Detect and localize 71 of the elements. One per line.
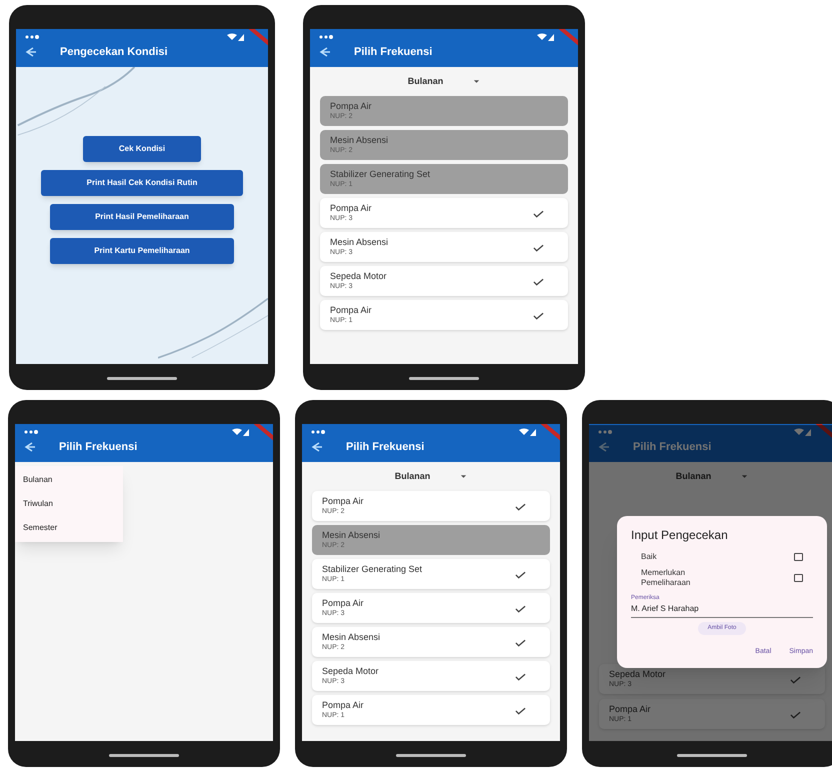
signal-icon bbox=[226, 33, 246, 41]
status-icons-icon bbox=[597, 428, 613, 436]
frequency-dropdown[interactable]: Bulanan bbox=[404, 74, 484, 88]
item-name: Sepeda Motor bbox=[330, 270, 387, 282]
menu-button[interactable]: Print Kartu Pemeliharaan bbox=[50, 238, 234, 264]
item-name: Pompa Air bbox=[330, 100, 372, 112]
check-icon bbox=[533, 276, 544, 286]
item-name: Pompa Air bbox=[609, 703, 651, 715]
checkbox[interactable] bbox=[794, 553, 803, 561]
dropdown-option[interactable]: Semester bbox=[15, 516, 123, 540]
check-icon bbox=[515, 570, 526, 578]
back-arrow-icon bbox=[318, 46, 330, 58]
home-indicator bbox=[409, 377, 479, 380]
check-icon bbox=[515, 638, 526, 646]
back-arrow-icon bbox=[310, 441, 322, 454]
status-icons-icon bbox=[24, 33, 40, 41]
status-icons-icon bbox=[23, 428, 39, 436]
dropdown-option[interactable]: Bulanan bbox=[15, 468, 123, 492]
status-icons-icon bbox=[310, 428, 326, 436]
signal-icon bbox=[536, 33, 556, 41]
menu-button[interactable]: Cek Kondisi bbox=[83, 136, 201, 162]
back-arrow-icon bbox=[597, 441, 609, 454]
frequency-dropdown[interactable]: Bulanan bbox=[672, 470, 752, 483]
signal-icon bbox=[518, 428, 538, 436]
check-icon bbox=[533, 208, 544, 218]
check-icon bbox=[515, 502, 526, 510]
home-indicator bbox=[107, 377, 177, 380]
item-name: Pompa Air bbox=[322, 597, 364, 609]
caret-icon bbox=[460, 474, 468, 479]
item-name: Mesin Absensi bbox=[330, 134, 388, 146]
check-icon bbox=[533, 242, 544, 252]
home-indicator bbox=[396, 754, 466, 757]
menu-button[interactable]: Print Hasil Pemeliharaan bbox=[50, 204, 234, 230]
option-label: Baik bbox=[641, 552, 658, 562]
item-name: Pompa Air bbox=[330, 304, 372, 316]
caret-icon bbox=[741, 474, 748, 479]
screen-title: Pilih Frekuensi bbox=[633, 440, 712, 455]
check-icon bbox=[533, 310, 544, 320]
signal-icon bbox=[231, 428, 251, 436]
check-icon bbox=[790, 674, 801, 684]
home-indicator bbox=[677, 754, 747, 757]
item-name: Stabilizer Generating Set bbox=[322, 563, 422, 575]
check-icon bbox=[515, 672, 526, 680]
checkbox[interactable] bbox=[794, 574, 803, 582]
screen-title: Pengecekan Kondisi bbox=[60, 45, 168, 60]
check-icon bbox=[790, 710, 801, 718]
menu-button[interactable]: Print Hasil Cek Kondisi Rutin bbox=[41, 170, 243, 196]
screen-title: Pilih Frekuensi bbox=[59, 440, 138, 455]
option-label: Memerlukan Pemeliharaan bbox=[641, 568, 692, 588]
home-indicator bbox=[109, 754, 179, 757]
item-name: Stabilizer Generating Set bbox=[330, 168, 430, 180]
item-name: Pompa Air bbox=[330, 202, 372, 214]
item-name: Pompa Air bbox=[322, 699, 364, 711]
dialog-title: Input Pengecekan bbox=[631, 527, 729, 544]
screen-title: Pilih Frekuensi bbox=[354, 45, 432, 60]
item-name: Mesin Absensi bbox=[322, 631, 380, 643]
dropdown-option[interactable]: Triwulan bbox=[15, 492, 123, 516]
status-icons-icon bbox=[318, 33, 334, 41]
item-name: Mesin Absensi bbox=[330, 236, 388, 248]
back-arrow-icon bbox=[23, 441, 35, 454]
check-icon bbox=[515, 604, 526, 612]
item-name: Mesin Absensi bbox=[322, 529, 380, 541]
item-name: Sepeda Motor bbox=[322, 665, 379, 677]
item-name: Pompa Air bbox=[322, 495, 364, 507]
screen-title: Pilih Frekuensi bbox=[346, 440, 424, 455]
item-name: Sepeda Motor bbox=[609, 668, 666, 680]
check-icon bbox=[515, 706, 526, 714]
frequency-dropdown[interactable]: Bulanan bbox=[390, 470, 472, 483]
caret-icon bbox=[473, 78, 480, 84]
back-arrow-icon bbox=[24, 46, 36, 58]
signal-icon bbox=[793, 428, 813, 436]
